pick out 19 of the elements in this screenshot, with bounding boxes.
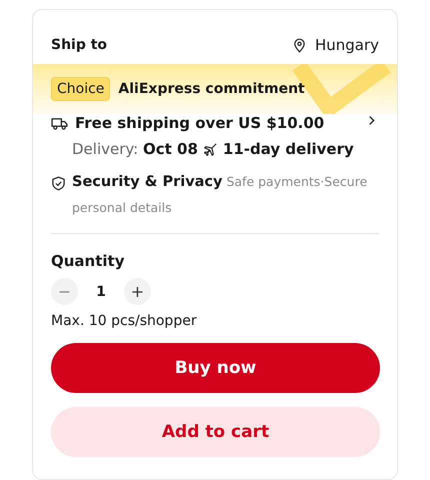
quantity-label: Quantity [50,251,126,270]
free-shipping-text: Free shipping over US $10.00 [75,114,326,132]
quantity-limit: Max. 10 pcs/shopper [50,312,198,329]
add-to-cart-button[interactable]: Add to cart [51,407,380,457]
quantity-value[interactable]: 1 [78,284,124,300]
choice-badge: Choice [51,77,110,101]
buy-now-button[interactable]: Buy now [51,343,380,393]
airplane-icon [202,142,218,156]
ship-to-country[interactable]: Hungary [314,36,379,54]
increase-button[interactable]: + [124,278,151,305]
shield-check-icon [51,176,66,191]
chevron-right-icon[interactable] [368,114,375,126]
commitment-text: AliExpress commitment [118,81,305,97]
delivery-date: Delivery: Oct 08 [72,140,198,158]
location-pin-icon [292,38,306,52]
truck-icon [51,116,68,130]
ship-to-label: Ship to [51,37,108,53]
security-privacy-text: Security & Privacy Safe payments·Secure personal details [72,173,368,217]
delivery-speed: 11-day delivery [222,140,354,158]
